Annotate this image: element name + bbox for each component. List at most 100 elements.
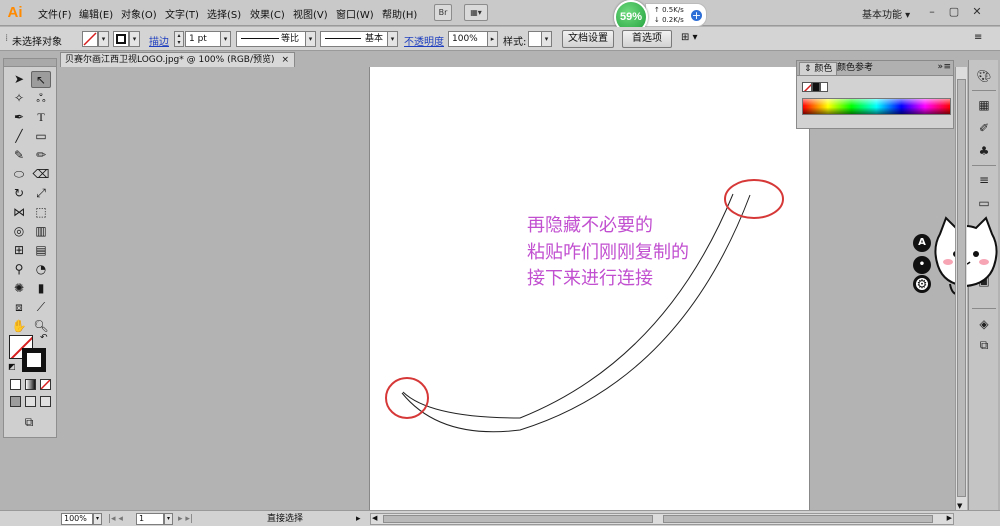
stroke-panel-icon[interactable]: ≡ <box>975 172 993 188</box>
menu-help[interactable]: 帮助(H) <box>382 6 417 21</box>
arrange-documents-button[interactable]: ▦▾ <box>464 4 488 21</box>
preferences-button[interactable]: 首选项 <box>622 30 672 48</box>
menu-type[interactable]: 文字(T) <box>165 6 199 21</box>
blend-tool-icon[interactable]: ◔ <box>31 261 51 278</box>
direct-selection-tool-icon[interactable]: ↖ <box>31 71 51 88</box>
status-menu-icon[interactable]: ▸ <box>356 513 361 525</box>
default-colors-icon[interactable]: ◩ <box>8 362 16 371</box>
settings-gear-icon[interactable]: ⚙ <box>913 275 931 293</box>
fill-color-picker[interactable] <box>82 31 98 47</box>
opacity-dropdown[interactable]: ▸ <box>487 31 498 47</box>
gradient-mode-icon[interactable] <box>25 379 36 390</box>
draw-behind-icon[interactable] <box>25 396 36 407</box>
next-artboard-icon[interactable]: ▸ ▸| <box>178 513 193 525</box>
eraser-tool-icon[interactable]: ⌫ <box>31 166 51 183</box>
stroke-color-picker[interactable] <box>113 31 129 47</box>
maximize-icon[interactable]: ▢ <box>946 4 962 20</box>
opacity-field[interactable]: 100% <box>448 31 488 47</box>
lasso-tool-icon[interactable]: ஃ <box>31 90 51 107</box>
layers-panel-icon[interactable]: ◈ <box>975 316 993 332</box>
document-tab[interactable]: 贝赛尔画江西卫视LOGO.jpg* @ 100% (RGB/预览) × <box>60 52 295 67</box>
shape-builder-tool-icon[interactable]: ◎ <box>9 223 29 240</box>
horizontal-scrollbar[interactable]: ◀ ▶ <box>370 513 954 525</box>
stroke-weight-field[interactable]: 1 pt <box>185 31 221 47</box>
fill-dropdown[interactable]: ▾ <box>98 31 109 47</box>
plus-icon[interactable]: + <box>690 9 703 22</box>
color-mode-icon[interactable] <box>10 379 21 390</box>
symbol-sprayer-tool-icon[interactable]: ✺ <box>9 280 29 297</box>
swatches-icon[interactable]: ▦ <box>975 97 993 113</box>
pen-tool-icon[interactable]: ✒ <box>9 109 29 126</box>
stroke-weight-stepper[interactable]: ▴ ▾ <box>174 31 184 47</box>
stroke-color-swatch[interactable] <box>22 348 46 372</box>
horizontal-scroll-thumb-right[interactable] <box>663 515 933 523</box>
vertical-scroll-thumb[interactable] <box>957 79 966 497</box>
scale-tool-icon[interactable]: ⤢ <box>31 185 51 202</box>
rectangle-tool-icon[interactable]: ▭ <box>31 128 51 145</box>
tools-panel-header[interactable] <box>4 59 56 67</box>
eye-dot-icon[interactable]: • <box>913 256 931 274</box>
stroke-dropdown[interactable]: ▾ <box>129 31 140 47</box>
mesh-tool-icon[interactable]: ⊞ <box>9 242 29 259</box>
tab-color-guide[interactable]: 颜色参考 <box>833 62 877 75</box>
rotate-tool-icon[interactable]: ↻ <box>9 185 29 202</box>
blob-brush-tool-icon[interactable]: ⬭ <box>9 166 29 183</box>
free-transform-tool-icon[interactable]: ⬚ <box>31 204 51 221</box>
panel-menu-icon[interactable]: ≡ <box>974 32 982 43</box>
tab-color[interactable]: ⇕ 颜色 <box>799 62 838 75</box>
stroke-weight-dropdown[interactable]: ▾ <box>220 31 231 47</box>
zoom-field[interactable]: 100% <box>61 513 93 525</box>
opacity-link[interactable]: 不透明度 <box>404 33 444 48</box>
brushes-icon[interactable]: ✐ <box>975 120 993 136</box>
artboard-dropdown[interactable]: ▾ <box>164 513 173 525</box>
screen-mode-icon[interactable]: ⧉ <box>19 414 39 431</box>
eyedropper-tool-icon[interactable]: ⚲ <box>9 261 29 278</box>
tab-close-icon[interactable]: × <box>281 53 289 67</box>
close-icon[interactable]: ✕ <box>969 4 985 20</box>
gradient-tool-icon[interactable]: ▤ <box>31 242 51 259</box>
pencil-tool-icon[interactable]: ✏ <box>31 147 51 164</box>
white-swatch[interactable] <box>820 82 828 92</box>
column-graph-tool-icon[interactable]: ▮ <box>31 280 51 297</box>
stroke-link[interactable]: 描边 <box>149 33 169 48</box>
magic-wand-tool-icon[interactable]: ✧ <box>9 90 29 107</box>
vertical-scrollbar[interactable]: ▼ <box>955 67 967 510</box>
color-spectrum-bar[interactable] <box>802 98 951 115</box>
menu-effect[interactable]: 效果(C) <box>250 6 285 21</box>
slice-tool-icon[interactable]: ⟋ <box>31 299 51 316</box>
perspective-grid-tool-icon[interactable]: ▥ <box>31 223 51 240</box>
symbols-icon[interactable]: ♣ <box>975 143 993 159</box>
artboard-tool-icon[interactable]: ⧈ <box>9 299 29 316</box>
profile-dropdown[interactable]: ▾ <box>305 31 316 47</box>
menu-file[interactable]: 文件(F) <box>38 6 72 21</box>
workspace-switcher[interactable]: 基本功能 ▾ <box>862 6 910 21</box>
brush-definition[interactable]: 基本 <box>320 31 388 47</box>
brush-dropdown[interactable]: ▾ <box>387 31 398 47</box>
document-setup-button[interactable]: 文档设置 <box>562 30 614 48</box>
style-dropdown[interactable]: ▾ <box>541 31 552 47</box>
line-tool-icon[interactable]: ╱ <box>9 128 29 145</box>
first-artboard-icon[interactable]: |◂ ◂ <box>108 513 123 525</box>
menu-edit[interactable]: 编辑(E) <box>79 6 113 21</box>
scroll-down-icon[interactable]: ▼ <box>957 502 962 510</box>
selection-tool-icon[interactable]: ➤ <box>9 71 29 88</box>
gradient-panel-icon[interactable]: ▭ <box>975 195 993 211</box>
color-panel-icon[interactable]: 🎨︎ <box>975 68 993 84</box>
none-color-swatch[interactable] <box>802 82 812 92</box>
align-options-icon[interactable]: ⊞ ▾ <box>681 32 698 43</box>
menu-select[interactable]: 选择(S) <box>207 6 241 21</box>
panel-options-icon[interactable]: ≡ <box>943 62 951 72</box>
scroll-left-icon[interactable]: ◀ <box>372 514 377 522</box>
black-swatch[interactable] <box>812 82 820 92</box>
menu-view[interactable]: 视图(V) <box>293 6 328 21</box>
swap-colors-icon[interactable]: ↶ <box>40 333 48 343</box>
type-tool-icon[interactable]: T <box>31 109 51 126</box>
graphic-style-swatch[interactable] <box>528 31 542 47</box>
artboards-panel-icon[interactable]: ⧉ <box>975 337 993 353</box>
paintbrush-tool-icon[interactable]: ✎ <box>9 147 29 164</box>
collapse-panel-icon[interactable]: » <box>937 62 943 72</box>
hand-tool-icon[interactable]: ✋ <box>9 318 29 335</box>
width-tool-icon[interactable]: ⋈ <box>9 204 29 221</box>
draw-inside-icon[interactable] <box>40 396 51 407</box>
draw-normal-icon[interactable] <box>10 396 21 407</box>
